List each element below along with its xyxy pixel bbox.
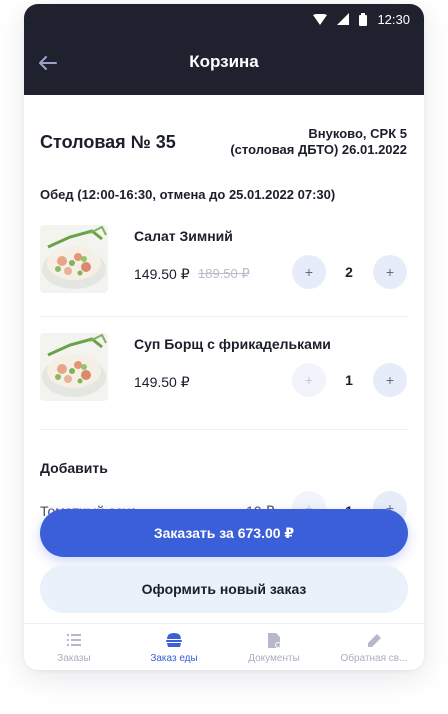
divider [40, 316, 408, 317]
item-price: 149.50 ₽ [134, 266, 190, 282]
addons-title: Добавить [40, 460, 108, 476]
status-bar: 12:30 [313, 9, 410, 29]
quantity-value: 2 [345, 264, 353, 280]
document-icon [266, 632, 282, 648]
pencil-icon [366, 632, 382, 648]
decrease-quantity-button[interactable]: + [292, 363, 326, 397]
item-old-price: 189.50 ₽ [198, 266, 250, 281]
increase-quantity-button[interactable]: + [373, 363, 407, 397]
cart-item: Салат Зимний 149.50 ₽ 189.50 ₽ + 2 + [40, 225, 408, 295]
item-name: Салат Зимний [134, 228, 233, 244]
battery-icon [359, 12, 368, 26]
nav-label: Заказы [57, 653, 91, 664]
nav-label: Документы [248, 653, 300, 664]
plus-icon: + [385, 264, 395, 280]
plus-icon: + [385, 372, 395, 388]
wifi-icon [313, 13, 328, 25]
cafe-address-line2: (столовая ДБТО) 26.01.2022 [230, 142, 407, 157]
app-header: 12:30 Корзина [24, 4, 424, 95]
bottom-navigation: Заказы Заказ еды Документы Обратная св..… [24, 623, 424, 670]
cafe-address-line1: Внуково, СРК 5 [308, 126, 407, 141]
increase-quantity-button[interactable]: + [373, 255, 407, 289]
new-order-button[interactable]: Оформить новый заказ [40, 565, 408, 613]
nav-item-food-order[interactable]: Заказ еды [124, 624, 224, 670]
divider [40, 429, 408, 430]
dish-image [40, 225, 108, 293]
minus-icon: + [304, 372, 314, 388]
item-price: 149.50 ₽ [134, 374, 190, 390]
cart-item: Суп Борщ с фрикадельками 149.50 ₽ + 1 + [40, 333, 408, 403]
burger-icon [166, 632, 182, 648]
nav-label: Заказ еды [150, 653, 198, 664]
item-name: Суп Борщ с фрикадельками [134, 336, 331, 352]
cellular-signal-icon [337, 13, 350, 25]
dish-image [40, 333, 108, 401]
quantity-value: 1 [345, 372, 353, 388]
nav-item-orders[interactable]: Заказы [24, 624, 124, 670]
list-icon [66, 632, 82, 648]
cafe-name: Столовая № 35 [40, 132, 176, 152]
meal-title: Обед (12:00-16:30, отмена до 25.01.2022 … [40, 187, 336, 202]
nav-label: Обратная св... [340, 653, 408, 664]
minus-icon: + [304, 264, 314, 280]
status-time: 12:30 [377, 11, 410, 27]
nav-item-feedback[interactable]: Обратная св... [324, 624, 424, 670]
phone-screen: 12:30 Корзина Столовая № 35 Внуково, СРК… [24, 4, 424, 670]
decrease-quantity-button[interactable]: + [292, 255, 326, 289]
page-title: Корзина [189, 52, 259, 71]
nav-item-documents[interactable]: Документы [224, 624, 324, 670]
cart-content[interactable]: Столовая № 35 Внуково, СРК 5 (столовая Д… [24, 95, 424, 625]
cafe-address: Внуково, СРК 5 (столовая ДБТО) 26.01.202… [230, 126, 407, 158]
place-order-button[interactable]: Заказать за 673.00 ₽ [40, 509, 408, 557]
